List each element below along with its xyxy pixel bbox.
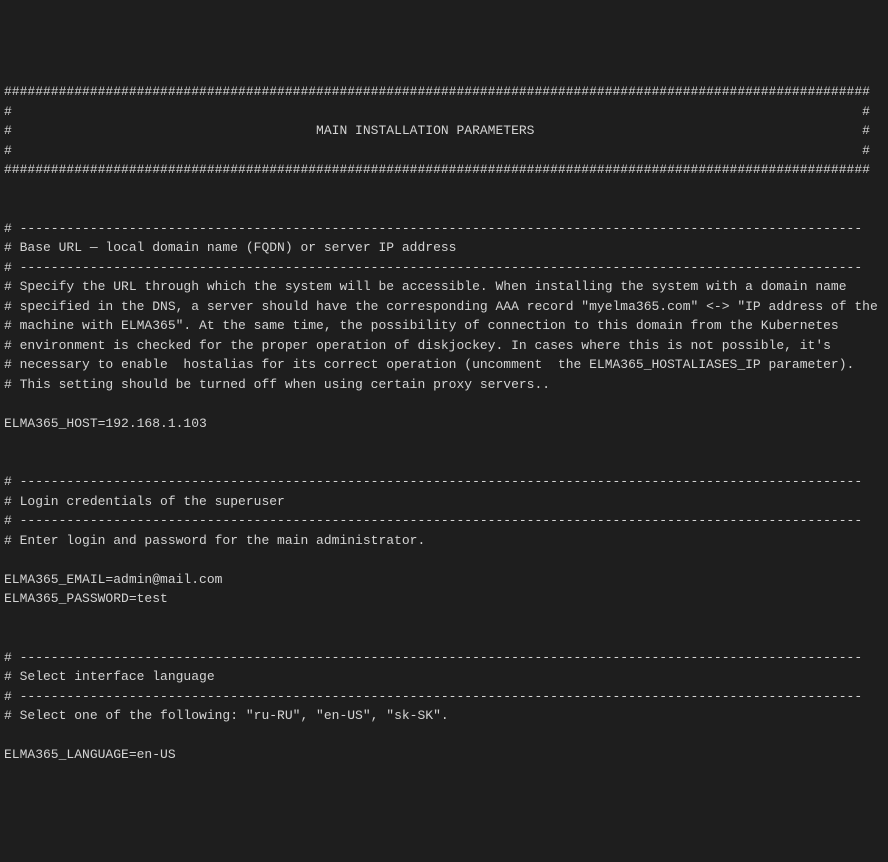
section1-separator-2: # --------------------------------------… bbox=[4, 260, 862, 275]
section3-title: # Select interface language bbox=[4, 669, 215, 684]
section1-desc-4: # environment is checked for the proper … bbox=[4, 338, 831, 353]
section1-desc-2: # specified in the DNS, a server should … bbox=[4, 299, 878, 314]
section1-desc-6: # This setting should be turned off when… bbox=[4, 377, 550, 392]
section1-desc-1: # Specify the URL through which the syst… bbox=[4, 279, 847, 294]
section3-separator-2: # --------------------------------------… bbox=[4, 689, 862, 704]
section2-separator-1: # --------------------------------------… bbox=[4, 474, 862, 489]
header-border-top: ########################################… bbox=[4, 84, 870, 99]
section2-desc-1: # Enter login and password for the main … bbox=[4, 533, 425, 548]
header-empty-1: # # bbox=[4, 104, 870, 119]
section1-title: # Base URL — local domain name (FQDN) or… bbox=[4, 240, 456, 255]
section1-desc-5: # necessary to enable hostalias for its … bbox=[4, 357, 854, 372]
section1-setting-host: ELMA365_HOST=192.168.1.103 bbox=[4, 416, 207, 431]
section2-setting-password: ELMA365_PASSWORD=test bbox=[4, 591, 168, 606]
section3-setting-language: ELMA365_LANGUAGE=en-US bbox=[4, 747, 176, 762]
header-title: # MAIN INSTALLATION PARAMETERS # bbox=[4, 123, 870, 138]
section1-desc-3: # machine with ELMA365". At the same tim… bbox=[4, 318, 839, 333]
header-border-bottom: ########################################… bbox=[4, 162, 870, 177]
section1-separator-1: # --------------------------------------… bbox=[4, 221, 862, 236]
section2-title: # Login credentials of the superuser bbox=[4, 494, 285, 509]
section2-setting-email: ELMA365_EMAIL=admin@mail.com bbox=[4, 572, 222, 587]
section3-desc-1: # Select one of the following: "ru-RU", … bbox=[4, 708, 449, 723]
section2-separator-2: # --------------------------------------… bbox=[4, 513, 862, 528]
section3-separator-1: # --------------------------------------… bbox=[4, 650, 862, 665]
config-file-content: ########################################… bbox=[4, 82, 884, 765]
header-empty-2: # # bbox=[4, 143, 870, 158]
